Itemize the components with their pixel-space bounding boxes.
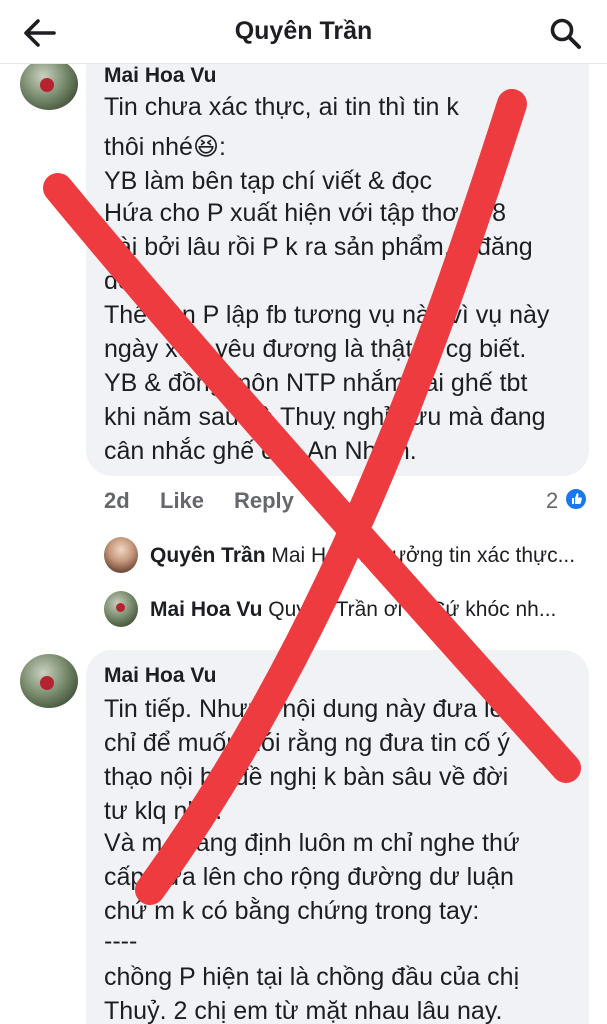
- reply-snippet: Mai Hoa Vu tưởng tin xác thực...: [271, 544, 576, 567]
- comment-text-line: tư klq nhé.: [104, 797, 223, 825]
- comment-text-line: Tin chưa xác thực, ai tin thì tin k: [104, 93, 459, 121]
- reaction-count[interactable]: 2: [546, 488, 558, 514]
- comment-text-line: Thế nên P lập fb tương vụ này vì vụ này: [104, 301, 550, 329]
- comment-text-line: Hứa cho P xuất hiện với tập thơ in 8: [104, 199, 507, 227]
- comment-text-line: khi năm sau bà Thuỵ nghỉ hưu mà đang: [104, 403, 546, 431]
- search-icon[interactable]: [548, 16, 584, 50]
- comment-text-line: thạo nội bộ đề nghị k bàn sâu về đời: [104, 763, 509, 791]
- reply-preview[interactable]: Mai Hoa Vu Quyên Trần ơi c. Cứ khóc nh..…: [150, 598, 600, 622]
- avatar[interactable]: [20, 654, 78, 708]
- reply-preview[interactable]: Quyên Trần Mai Hoa Vu tưởng tin xác thực…: [150, 544, 600, 568]
- comment-text-line: chồng P hiện tại là chồng đầu của chị: [104, 963, 520, 991]
- comment-text-line: YB & đồng môn NTP nhắm cái ghế tbt: [104, 369, 528, 397]
- comment-author[interactable]: Mai Hoa Vu: [104, 664, 216, 688]
- avatar[interactable]: [104, 591, 138, 627]
- avatar[interactable]: [104, 537, 138, 573]
- reply-snippet: Quyên Trần ơi c. Cứ khóc nh...: [268, 598, 557, 621]
- comment-text-line: Tin tiếp. Nhưng nội dung này đưa lên: [104, 695, 518, 723]
- thumbs-up-icon: [564, 487, 588, 511]
- comment-text-line: cấp đưa lên cho rộng đường dư luận: [104, 863, 514, 891]
- comment-text-line: bài bởi lâu rồi P k ra sản phẩm, k đăng: [104, 233, 533, 261]
- comment-author[interactable]: Mai Hoa Vu: [104, 64, 216, 88]
- comment-text-line: YB làm bên tạp chí viết & đọc: [104, 167, 432, 195]
- avatar[interactable]: [20, 58, 78, 110]
- like-button[interactable]: Like: [160, 488, 204, 514]
- comment-text-line: chứ m k có bằng chứng trong tay:: [104, 897, 480, 925]
- comment-text-line: Thuỷ. 2 chị em từ mặt nhau lâu nay.: [104, 997, 503, 1024]
- page-title: Quyên Trần: [234, 17, 373, 45]
- comment-text-line: cân nhắc ghế của An Nhiên.: [104, 437, 417, 465]
- comment-text-line: đc: [104, 267, 131, 295]
- reply-author: Quyên Trần: [150, 544, 266, 567]
- top-app-bar: Quyên Trần: [0, 0, 607, 64]
- reply-author: Mai Hoa Vu: [150, 598, 263, 621]
- comment-timestamp: 2d: [104, 488, 130, 513]
- comment-text-line: ----: [104, 927, 138, 955]
- comment-text-line: thôi nhé😆:: [104, 133, 226, 161]
- reply-button[interactable]: Reply: [234, 488, 294, 514]
- comment-text-line: Và m khẳng định luôn m chỉ nghe thứ: [104, 829, 520, 857]
- comment-text-line: ngày xưa yêu đương là thật ai cg biết.: [104, 335, 527, 363]
- comment-text-line: chỉ để muốn nói rằng ng đưa tin cố ý: [104, 729, 510, 757]
